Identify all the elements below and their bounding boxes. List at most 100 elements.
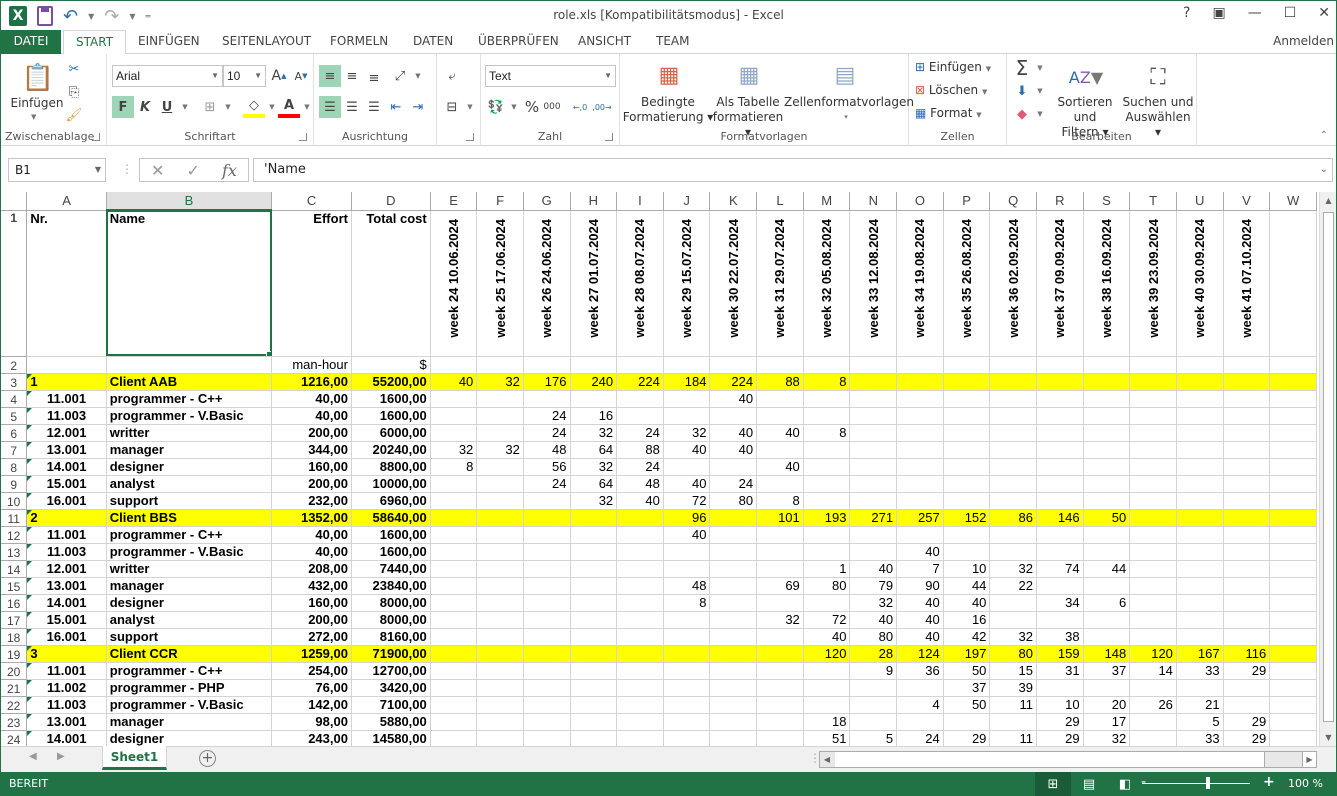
cell-week-hours[interactable]	[942, 491, 991, 510]
cell-cost[interactable]: 8000,00	[350, 593, 431, 612]
cell-name[interactable]: designer	[105, 457, 273, 476]
cell-week-hours[interactable]	[709, 610, 758, 629]
cell-week-hours[interactable]: 64	[569, 440, 618, 459]
cell-week-hours[interactable]	[429, 525, 478, 544]
cell-week-hours[interactable]	[1082, 576, 1131, 595]
cell-week-hours[interactable]: 26	[1129, 695, 1177, 714]
cell-week-hours[interactable]: 29	[1222, 661, 1271, 680]
cell-week-hours[interactable]	[896, 457, 944, 476]
cell-week-hours[interactable]: 39	[989, 678, 1037, 697]
cell-week-hours[interactable]: 40	[896, 627, 944, 646]
cell-effort[interactable]: 40,00	[271, 389, 352, 408]
cell-week-hours[interactable]: 271	[849, 508, 898, 527]
cell-week-hours[interactable]: 17	[1082, 712, 1131, 731]
cell-week-hours[interactable]	[989, 712, 1037, 731]
tab-einfuegen[interactable]: EINFÜGEN	[126, 30, 212, 54]
font-size-combo[interactable]: 10 ▼	[223, 65, 266, 87]
cell[interactable]	[616, 355, 664, 374]
cell-nr[interactable]: 11.001	[26, 389, 107, 408]
cell-week-hours[interactable]: 29	[1035, 729, 1084, 746]
cell[interactable]	[802, 355, 851, 374]
cell-name[interactable]: manager	[105, 440, 273, 459]
sort-filter-icon[interactable]: A Z ▼	[1069, 60, 1103, 94]
cell-week-hours[interactable]	[1222, 457, 1271, 476]
cell-week-hours[interactable]: 8	[756, 491, 804, 510]
cell-week-hours[interactable]	[1222, 389, 1271, 408]
cell-week-hours[interactable]	[476, 695, 524, 714]
cell[interactable]	[1269, 389, 1317, 408]
cell-week-hours[interactable]	[1175, 508, 1224, 527]
cell-cost[interactable]: 23840,00	[350, 576, 431, 595]
cell-week-hours[interactable]: 40	[662, 440, 711, 459]
row-header[interactable]: 20	[1, 661, 28, 680]
cell[interactable]	[1269, 712, 1317, 731]
column-header-i[interactable]: I	[616, 192, 664, 211]
cell-week-hours[interactable]	[709, 678, 758, 697]
cell[interactable]	[1269, 729, 1317, 746]
cell-week-hours[interactable]	[1222, 423, 1271, 442]
cell-nr[interactable]: 14.001	[26, 593, 107, 612]
cell-effort[interactable]: 40,00	[271, 406, 352, 425]
cell-week-hours[interactable]	[476, 729, 524, 746]
cell-week-hours[interactable]: 224	[616, 372, 664, 391]
cell-week-hours[interactable]	[1222, 559, 1271, 578]
cell-week-hours[interactable]: 80	[849, 627, 898, 646]
cell-week-hours[interactable]	[896, 372, 944, 391]
scroll-up-icon[interactable]: ▲	[1320, 192, 1337, 209]
cell-week-hours[interactable]: 90	[896, 576, 944, 595]
cell[interactable]	[1269, 695, 1317, 714]
cell-week-hours[interactable]	[802, 661, 851, 680]
cell-week-hours[interactable]	[616, 593, 664, 612]
cell-week-hours[interactable]	[1129, 457, 1177, 476]
cell-week-hours[interactable]: 40	[849, 610, 898, 629]
cell-week-hours[interactable]	[989, 593, 1037, 612]
cell-week-hours[interactable]: 36	[896, 661, 944, 680]
row-header[interactable]: 19	[1, 644, 28, 663]
cell-week-hours[interactable]: 24	[896, 729, 944, 746]
cell-week-hours[interactable]: 31	[1035, 661, 1084, 680]
cell-week-hours[interactable]	[1035, 491, 1084, 510]
help-icon[interactable]: ?	[1183, 5, 1190, 21]
select-all-button[interactable]	[1, 192, 28, 211]
cell-nr[interactable]: 13.001	[26, 440, 107, 459]
autosum-dropdown-icon[interactable]: ▼	[1029, 57, 1051, 79]
cell-week-hours[interactable]: 40	[709, 423, 758, 442]
cell-week-hours[interactable]	[896, 389, 944, 408]
cell-week-hours[interactable]: 24	[522, 423, 571, 442]
cell-effort[interactable]: 208,00	[271, 559, 352, 578]
cell-week-hours[interactable]: 88	[756, 372, 804, 391]
cell-week-hours[interactable]	[569, 389, 618, 408]
cell-nr[interactable]: 11.001	[26, 661, 107, 680]
cell-week-hours[interactable]: 193	[802, 508, 851, 527]
cell-week-hours[interactable]	[476, 661, 524, 680]
cell-week-hours[interactable]	[616, 542, 664, 561]
cell-week-hours[interactable]	[569, 576, 618, 595]
cell-name[interactable]: support	[105, 627, 273, 646]
cell-week-hours[interactable]: 8	[429, 457, 478, 476]
vertical-scroll-thumb[interactable]	[1323, 212, 1334, 722]
header-week[interactable]: week 39 23.09.2024	[1129, 209, 1177, 357]
cell-effort[interactable]: 40,00	[271, 525, 352, 544]
cell-week-hours[interactable]	[522, 661, 571, 680]
cell-week-hours[interactable]	[849, 406, 898, 425]
cell-week-hours[interactable]	[476, 508, 524, 527]
cell-week-hours[interactable]	[1129, 576, 1177, 595]
cell-week-hours[interactable]: 32	[476, 372, 524, 391]
cell-week-hours[interactable]	[849, 525, 898, 544]
column-header-m[interactable]: M	[802, 192, 851, 211]
header-week[interactable]: week 26 24.06.2024	[522, 209, 571, 357]
cell-week-hours[interactable]: 7	[896, 559, 944, 578]
cell-week-hours[interactable]: 240	[569, 372, 618, 391]
cell-week-hours[interactable]: 80	[709, 491, 758, 510]
cell-week-hours[interactable]: 16	[942, 610, 991, 629]
cell-nr[interactable]: 15.001	[26, 474, 107, 493]
format-cells-button[interactable]: ▦ Format ▼	[915, 106, 982, 123]
sheet-tab-sheet1[interactable]: Sheet1	[102, 746, 167, 770]
cell-week-hours[interactable]	[756, 406, 804, 425]
insert-function-icon[interactable]: fx	[222, 161, 237, 180]
cell-week-hours[interactable]	[1129, 440, 1177, 459]
cell-week-hours[interactable]	[1175, 423, 1224, 442]
row-header[interactable]: 21	[1, 678, 28, 697]
cell[interactable]	[26, 355, 107, 374]
horizontal-scrollbar[interactable]: ◀ ▶	[819, 751, 1317, 768]
